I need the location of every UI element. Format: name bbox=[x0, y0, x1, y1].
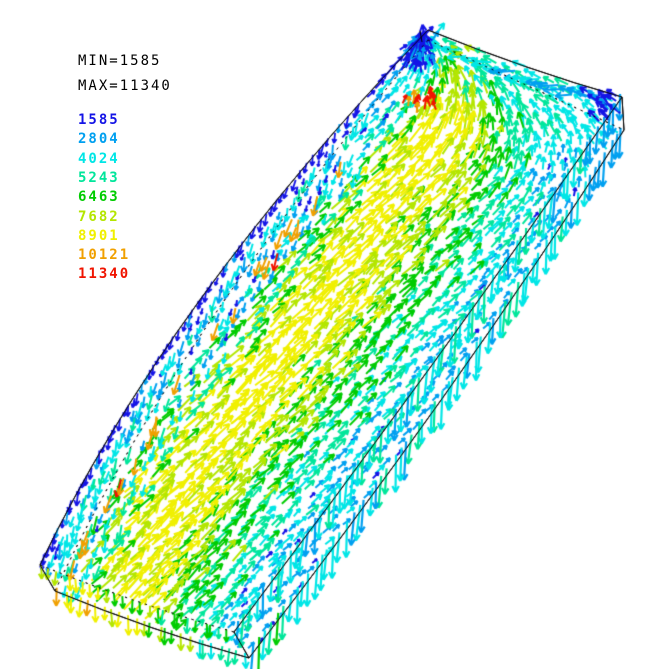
legend-value: 10121 bbox=[78, 247, 130, 263]
legend-value: 6463 bbox=[78, 189, 120, 205]
legend-value: 2804 bbox=[78, 131, 120, 147]
min-value-label: MIN=1585 bbox=[78, 53, 161, 69]
vector-plot-canvas bbox=[0, 0, 650, 669]
legend-value: 4024 bbox=[78, 151, 120, 167]
legend-value: 5243 bbox=[78, 170, 120, 186]
legend-value: 7682 bbox=[78, 209, 120, 225]
vector-plot-page: MIN=1585 MAX=11340 1585 2804 4024 5243 6… bbox=[0, 0, 650, 669]
legend-value: 11340 bbox=[78, 266, 130, 282]
legend-value: 1585 bbox=[78, 112, 120, 128]
legend-value: 8901 bbox=[78, 228, 120, 244]
max-value-label: MAX=11340 bbox=[78, 78, 172, 94]
